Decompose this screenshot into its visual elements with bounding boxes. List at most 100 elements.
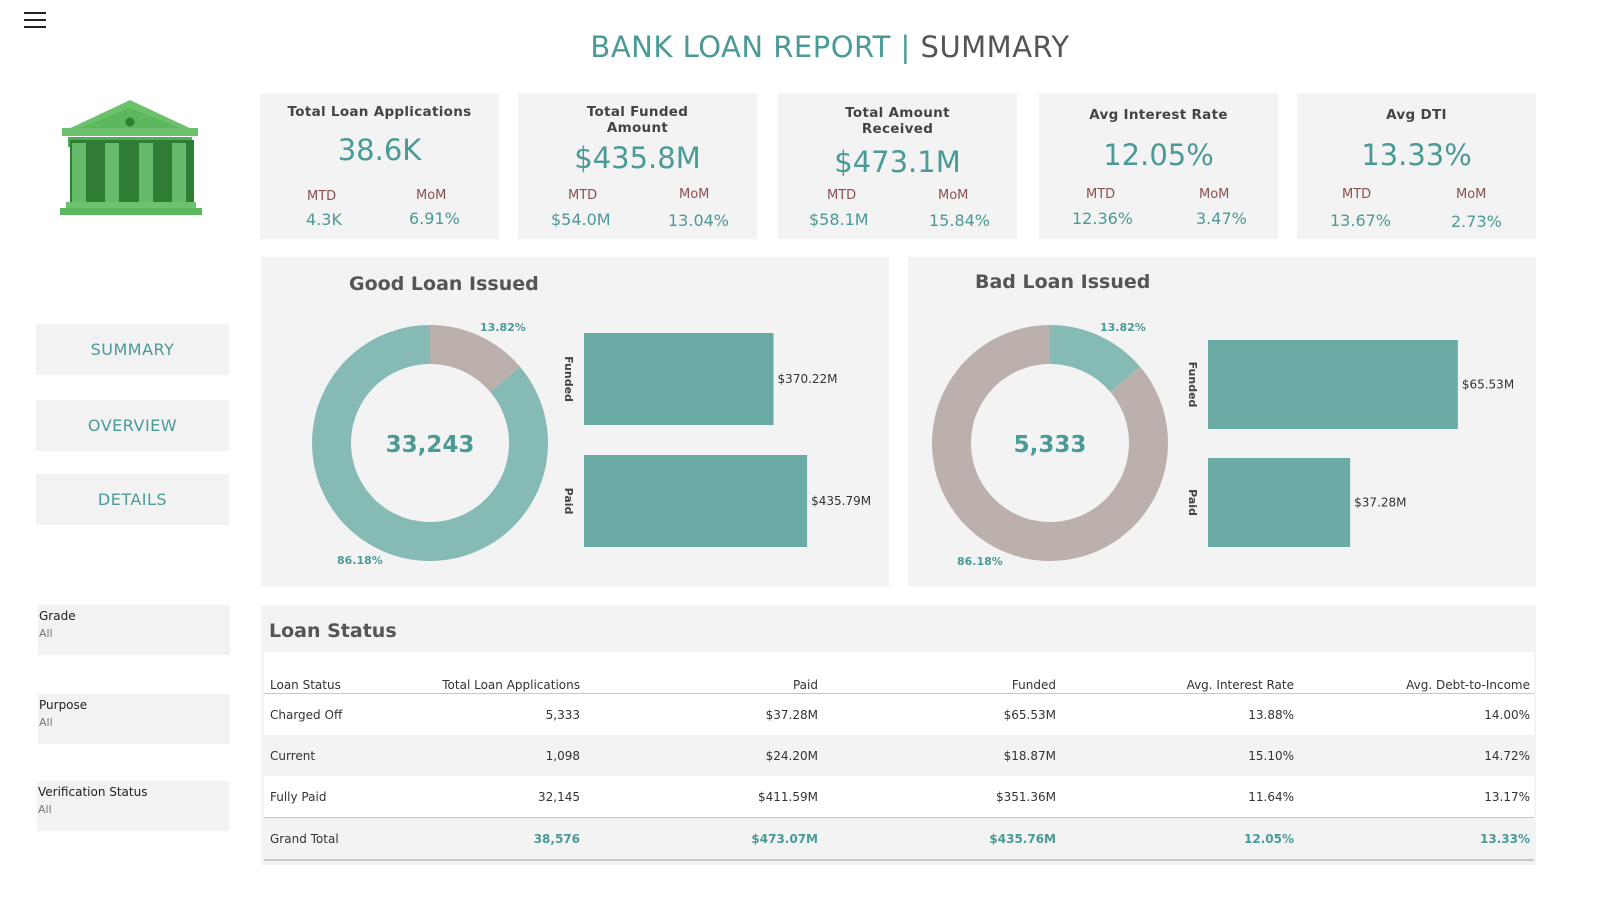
- table-cell: $351.36M: [822, 776, 1060, 818]
- donut-percent-label: 13.82%: [1100, 321, 1146, 334]
- donut-center-value: 5,333: [1014, 432, 1087, 458]
- bar-funded[interactable]: [1208, 340, 1458, 429]
- table-cell: 11.64%: [1060, 776, 1298, 818]
- verification-status-filter-label: Verification Status: [38, 785, 148, 799]
- grade-filter[interactable]: Grade All: [38, 605, 230, 655]
- table-cell: $37.28M: [584, 693, 822, 735]
- kpi-mtd-value: 12.36%: [1072, 209, 1134, 228]
- page-title-part1: BANK LOAN REPORT |: [590, 30, 921, 64]
- kpi-mtd-label: MTD: [1086, 187, 1116, 202]
- kpi-avg-dti: Avg DTI 13.33% MTD MoM 13.67% 2.73%: [1297, 93, 1536, 239]
- bar-paid[interactable]: [584, 455, 808, 547]
- bad-loan-charts: 5,333 13.82% 86.18% Funded $65.53M Paid $37.28…: [932, 321, 1514, 568]
- table-cell: $18.87M: [822, 735, 1060, 776]
- table-cell: Fully Paid: [264, 776, 404, 818]
- hamburger-menu-icon[interactable]: [24, 11, 46, 29]
- table-cell: $473.07M: [584, 817, 822, 861]
- kpi-title: Total Loan Applications: [287, 104, 472, 120]
- bar-paid[interactable]: [1208, 458, 1351, 547]
- column-header[interactable]: Avg. Interest Rate: [1060, 652, 1298, 694]
- verification-status-filter[interactable]: Verification Status All: [37, 781, 229, 831]
- table-cell: 32,145: [404, 776, 584, 818]
- kpi-mom-value: 3.47%: [1196, 209, 1247, 228]
- kpi-total-funded-amount: Total Funded Amount $435.8M MTD MoM $54.…: [518, 93, 757, 239]
- kpi-mtd-value: $54.0M: [551, 210, 611, 229]
- table-cell: 14.72%: [1298, 735, 1534, 776]
- table-cell: Charged Off: [264, 693, 404, 735]
- nav-details-button[interactable]: DETAILS: [36, 474, 229, 525]
- bar-category-label: Paid: [1186, 489, 1199, 516]
- bar-data-label: $435.79M: [811, 494, 871, 508]
- table-row[interactable]: Current 1,098 $24.20M $18.87M 15.10% 14.…: [264, 735, 1534, 776]
- kpi-title: Total Amount Received: [845, 105, 950, 137]
- kpi-mom-label: MoM: [679, 187, 710, 202]
- table-cell: 13.33%: [1298, 817, 1534, 861]
- kpi-value: 13.33%: [1361, 138, 1472, 172]
- table-cell: 13.17%: [1298, 776, 1534, 818]
- kpi-mom-value: 6.91%: [409, 209, 460, 228]
- kpi-mom-label: MoM: [938, 188, 969, 203]
- purpose-filter-label: Purpose: [39, 698, 88, 712]
- nav-overview-button[interactable]: OVERVIEW: [36, 400, 229, 451]
- kpi-avg-interest-rate: Avg Interest Rate 12.05% MTD MoM 12.36% …: [1039, 93, 1278, 239]
- nav-summary-button[interactable]: SUMMARY: [36, 324, 229, 375]
- table-cell: $24.20M: [584, 735, 822, 776]
- kpi-value: 12.05%: [1103, 138, 1214, 172]
- verification-status-filter-value: All: [38, 803, 52, 816]
- table-cell: 13.88%: [1060, 693, 1298, 735]
- good-loan-charts: 33,243 13.82% 86.18% Funded $370.22M Paid $435…: [312, 321, 871, 567]
- kpi-mtd-label: MTD: [1342, 187, 1372, 202]
- donut-percent-label: 13.82%: [480, 321, 526, 334]
- table-cell: 38,576: [404, 817, 584, 861]
- kpi-mtd-value: $58.1M: [809, 210, 869, 229]
- table-cell: $435.76M: [822, 817, 1060, 861]
- kpi-mom-label: MoM: [1456, 187, 1487, 202]
- table-cell: 5,333: [404, 693, 584, 735]
- loan-status-title: Loan Status: [269, 620, 397, 642]
- table-cell: 15.10%: [1060, 735, 1298, 776]
- kpi-mtd-value: 13.67%: [1330, 211, 1392, 230]
- kpi-title: Avg Interest Rate: [1089, 107, 1228, 123]
- table-row[interactable]: Fully Paid 32,145 $411.59M $351.36M 11.6…: [264, 776, 1534, 818]
- table-header-row: Loan Status Total Loan Applications Paid…: [264, 652, 1534, 694]
- column-header[interactable]: Avg. Debt-to-Income: [1298, 652, 1534, 694]
- bar-funded[interactable]: [584, 333, 774, 425]
- purpose-filter-value: All: [39, 716, 53, 729]
- kpi-value: $473.1M: [834, 145, 961, 179]
- table-cell: Current: [264, 735, 404, 776]
- table-cell: 12.05%: [1060, 817, 1298, 861]
- kpi-mtd-label: MTD: [307, 189, 337, 204]
- column-header[interactable]: Funded: [822, 652, 1060, 694]
- kpi-total-loan-applications: Total Loan Applications 38.6K MTD MoM 4.…: [260, 93, 499, 239]
- column-header[interactable]: Paid: [584, 652, 822, 694]
- kpi-mom-value: 15.84%: [929, 211, 991, 230]
- kpi-title: Total Funded Amount: [586, 104, 689, 136]
- bar-data-label: $37.28M: [1354, 496, 1406, 510]
- donut-percent-label: 86.18%: [337, 554, 383, 567]
- kpi-mom-value: 2.73%: [1451, 212, 1502, 231]
- kpi-mom-label: MoM: [1199, 187, 1230, 202]
- donut-center-value: 33,243: [386, 432, 475, 458]
- column-header[interactable]: Loan Status: [264, 652, 404, 694]
- kpi-mtd-label: MTD: [568, 188, 598, 203]
- kpi-value: 38.6K: [337, 133, 422, 167]
- bank-building-icon: [60, 100, 202, 215]
- table-row[interactable]: Charged Off 5,333 $37.28M $65.53M 13.88%…: [264, 693, 1534, 735]
- page-title: BANK LOAN REPORT | SUMMARY: [0, 30, 1599, 64]
- donut-percent-label: 86.18%: [957, 555, 1003, 568]
- kpi-value: $435.8M: [574, 141, 701, 175]
- purpose-filter[interactable]: Purpose All: [38, 694, 230, 744]
- bar-category-label: Paid: [562, 488, 575, 515]
- bar-category-label: Funded: [1186, 362, 1199, 408]
- table-cell: $65.53M: [822, 693, 1060, 735]
- table-cell: 14.00%: [1298, 693, 1534, 735]
- table-cell: $411.59M: [584, 776, 822, 818]
- grand-total-row[interactable]: Grand Total 38,576 $473.07M $435.76M 12.…: [264, 817, 1534, 861]
- kpi-mtd-label: MTD: [827, 188, 857, 203]
- grade-filter-value: All: [39, 627, 53, 640]
- kpi-mtd-value: 4.3K: [306, 210, 342, 229]
- kpi-mom-label: MoM: [416, 188, 447, 203]
- column-header[interactable]: Total Loan Applications: [404, 652, 584, 694]
- kpi-total-amount-received: Total Amount Received $473.1M MTD MoM $5…: [778, 93, 1017, 239]
- loan-status-table: Loan Status Total Loan Applications Paid…: [264, 652, 1534, 861]
